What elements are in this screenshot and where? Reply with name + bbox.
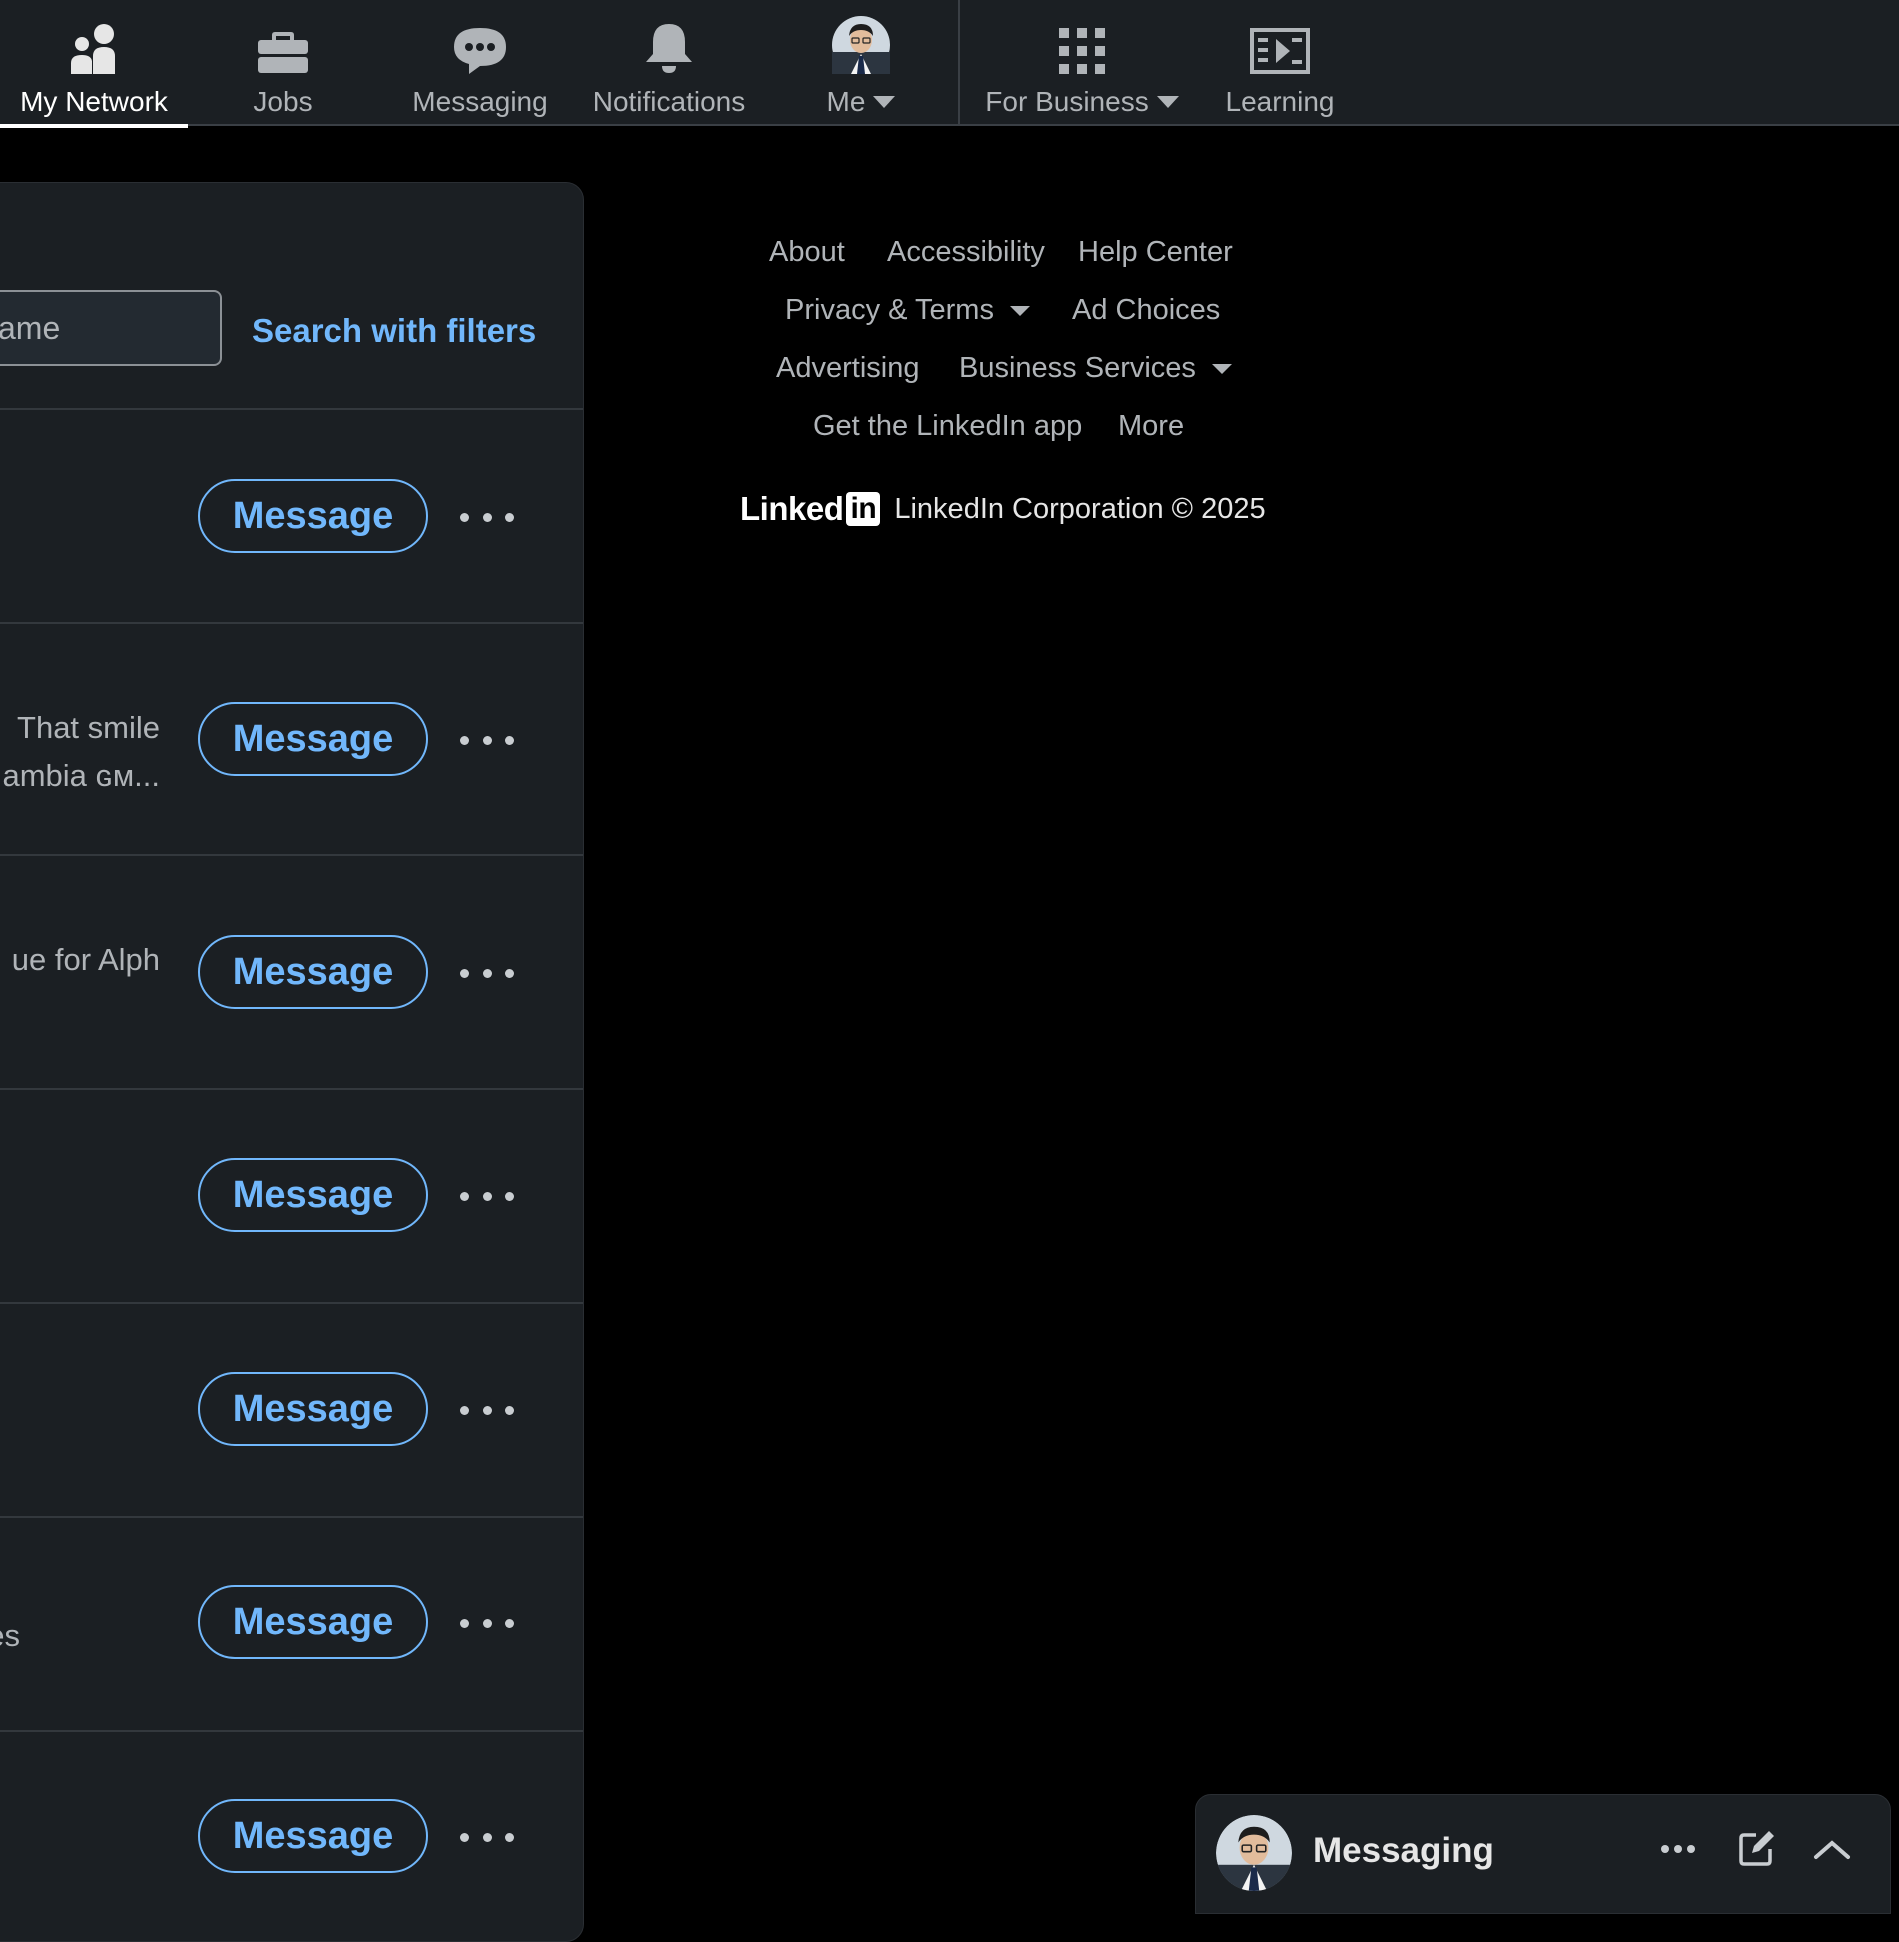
message-button[interactable]: Message <box>198 702 428 776</box>
footer-link-advertising[interactable]: Advertising <box>776 352 919 385</box>
message-button[interactable]: Message <box>198 1158 428 1232</box>
chevron-up-icon[interactable] <box>1808 1825 1856 1873</box>
footer-link-ad-choices[interactable]: Ad Choices <box>1072 294 1220 327</box>
row-divider <box>0 622 583 624</box>
search-input[interactable] <box>0 309 208 347</box>
row-divider <box>0 854 583 856</box>
nav-me[interactable]: Me <box>815 0 907 126</box>
nav-label: Messaging <box>412 86 548 117</box>
more-options-icon[interactable] <box>460 730 514 750</box>
briefcase-icon <box>257 18 309 74</box>
message-button[interactable]: Message <box>198 1372 428 1446</box>
compose-icon[interactable] <box>1732 1825 1780 1873</box>
footer-link-label: Privacy & Terms <box>785 294 994 326</box>
nav-learning[interactable]: Learning <box>1222 0 1338 126</box>
video-play-icon <box>1250 18 1310 74</box>
caret-down-icon <box>1156 96 1179 108</box>
grid-apps-icon <box>1059 18 1105 74</box>
messaging-title[interactable]: Messaging <box>1313 1831 1494 1871</box>
message-button[interactable]: Message <box>198 1585 428 1659</box>
logo-word: Linked <box>740 490 844 527</box>
message-button[interactable]: Message <box>198 935 428 1009</box>
messaging-more-icon[interactable] <box>1654 1825 1702 1873</box>
more-options-icon[interactable] <box>460 1400 514 1420</box>
connection-headline: ue for Alph <box>12 936 160 984</box>
nav-jobs[interactable]: Jobs <box>233 0 333 126</box>
bell-icon <box>644 18 694 74</box>
profile-avatar <box>832 16 890 74</box>
nav-label: For Business <box>985 86 1149 117</box>
connections-card <box>0 182 584 1942</box>
more-options-icon[interactable] <box>460 1613 514 1633</box>
logo-in-box: in <box>846 492 881 526</box>
nav-label-with-caret: For Business <box>985 86 1179 118</box>
footer-link-accessibility[interactable]: Accessibility <box>887 236 1045 269</box>
nav-label: Jobs <box>253 86 313 117</box>
nav-divider <box>958 0 960 126</box>
message-button[interactable]: Message <box>198 479 428 553</box>
footer-link-about[interactable]: About <box>769 236 845 269</box>
connection-headline: es <box>0 1612 20 1660</box>
nav-label: My Network <box>20 86 168 117</box>
global-nav: My Network Jobs Messaging Notifications … <box>0 0 1899 128</box>
copyright-text: LinkedIn Corporation © 2025 <box>894 492 1266 525</box>
more-options-icon[interactable] <box>460 1827 514 1847</box>
row-divider <box>0 1516 583 1518</box>
linkedin-logo: Linked in <box>740 490 881 528</box>
caret-down-icon <box>1211 363 1232 374</box>
more-options-icon[interactable] <box>460 963 514 983</box>
nav-notifications[interactable]: Notifications <box>586 0 752 126</box>
row-divider <box>0 408 583 410</box>
nav-messaging[interactable]: Messaging <box>405 0 555 126</box>
headline-line: That smile <box>17 710 160 745</box>
headline-line: es <box>0 1618 20 1653</box>
nav-for-business[interactable]: For Business <box>985 0 1179 126</box>
caret-down-icon <box>1009 305 1030 316</box>
more-options-icon[interactable] <box>460 507 514 527</box>
footer-link-get-app[interactable]: Get the LinkedIn app <box>813 410 1082 443</box>
caret-down-icon <box>873 96 896 108</box>
messaging-avatar <box>1216 1815 1292 1891</box>
more-options-icon[interactable] <box>460 1186 514 1206</box>
row-divider <box>0 1730 583 1732</box>
nav-my-network[interactable]: My Network <box>0 0 188 128</box>
connections-search[interactable] <box>0 290 222 366</box>
messaging-overlay-bar[interactable]: Messaging <box>1195 1794 1891 1914</box>
footer-link-label: Business Services <box>959 352 1196 384</box>
message-button[interactable]: Message <box>198 1799 428 1873</box>
people-icon <box>69 18 119 74</box>
headline-line: ue for Alph <box>11 942 160 977</box>
nav-label: Me <box>826 86 866 117</box>
nav-label: Learning <box>1225 86 1335 117</box>
footer-link-business-services[interactable]: Business Services <box>959 352 1232 385</box>
nav-label-with-caret: Me <box>827 86 896 118</box>
footer-link-help-center[interactable]: Help Center <box>1078 236 1233 269</box>
footer-link-privacy-terms[interactable]: Privacy & Terms <box>785 294 1030 327</box>
search-with-filters-link[interactable]: Search with filters <box>252 312 536 350</box>
nav-label: Notifications <box>592 86 746 117</box>
headline-line: ambia ɢᴍ... <box>2 758 160 793</box>
row-divider <box>0 1088 583 1090</box>
row-divider <box>0 1302 583 1304</box>
footer-link-more[interactable]: More <box>1118 410 1184 443</box>
chat-bubble-icon <box>452 18 508 74</box>
connection-headline: That smile ambia ɢᴍ... <box>2 704 160 800</box>
footer-brand: Linked in LinkedIn Corporation © 2025 <box>740 490 1266 528</box>
